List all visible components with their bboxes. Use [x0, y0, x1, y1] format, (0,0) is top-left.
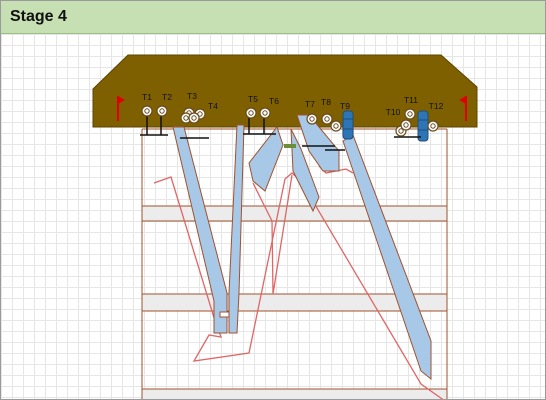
shooting-lane-3 — [248, 125, 284, 192]
target-label: T4 — [208, 101, 218, 111]
target-label: T3 — [187, 91, 197, 101]
green-marker — [284, 144, 296, 148]
target-icon — [188, 112, 200, 124]
start-position-box — [219, 311, 230, 318]
target-icon — [259, 107, 271, 119]
target-label: T6 — [269, 96, 279, 106]
target-label: T10 — [386, 107, 401, 117]
range-layout: T1 T2 T3 T4 T5 T6 T7 T8 T9 T10T11 T12 — [92, 54, 478, 399]
target-label: T12 — [429, 101, 444, 111]
fault-line-mid — [252, 174, 293, 295]
target-label: T2 — [162, 92, 172, 102]
target-label: T11 — [404, 95, 418, 105]
target-label: T1 — [142, 92, 152, 102]
target-label: T7 — [305, 99, 315, 109]
target-icon — [321, 113, 333, 125]
target-icon — [306, 113, 318, 125]
target-label: T8 — [321, 97, 331, 107]
target-icon — [404, 108, 416, 120]
target-icon — [330, 120, 342, 132]
target-label: T9 — [340, 101, 350, 111]
target-icon — [141, 105, 153, 117]
wall-band-1 — [141, 205, 448, 222]
shooting-lane-6 — [342, 134, 432, 381]
target-icon — [156, 105, 168, 117]
stage-diagram: Stage 4 T1 T2 T3 T4 T5 T6 T7 T8 T9 T10 T… — [0, 0, 546, 400]
target-icon — [400, 119, 412, 131]
target-label: T5 — [248, 94, 258, 104]
barrel-icon-1 — [342, 110, 354, 140]
target-icon — [245, 107, 257, 119]
target-icon — [427, 120, 439, 132]
wall-band-3 — [141, 388, 448, 399]
